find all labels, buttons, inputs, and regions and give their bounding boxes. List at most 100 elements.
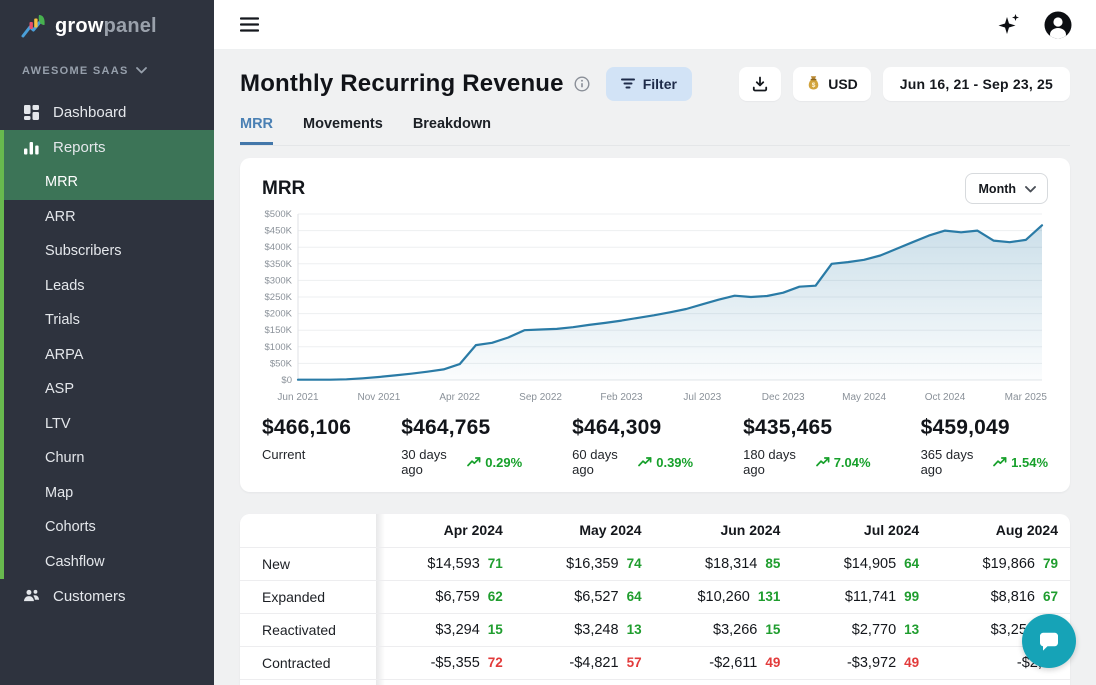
download-button[interactable] [739,67,781,101]
movement-value-cell: -$5,35572 [376,646,515,679]
customers-icon [23,588,40,605]
svg-text:$100K: $100K [265,342,293,353]
sidebar-nav: Dashboard Reports MRRARRSubscribersLeadsTr… [0,95,214,614]
sidebar-subitem-arr[interactable]: ARR [4,200,214,235]
mrr-stats: $466,106 Current $464,765 30 days ago 0.… [262,416,1048,477]
svg-text:$0: $0 [281,375,292,386]
report-tabs: MRR Movements Breakdown [240,116,1070,146]
mrr-chart-card: MRR Month $0$50K$100K$150K$200K$250K$300… [240,158,1070,492]
movement-value-cell: $3,29415 [376,613,515,646]
movement-value-cell: -$13,38657 [515,679,654,685]
sidebar-subitem-leads[interactable]: Leads [4,269,214,304]
row-label: Expanded [240,580,376,613]
svg-text:$150K: $150K [265,325,293,336]
trend-up-icon [638,457,652,467]
movement-value-cell: -$17,70772 [654,679,793,685]
movement-value-cell: -$13,29156 [792,679,931,685]
movement-count: 74 [627,556,642,571]
column-header: Aug 2024 [931,514,1070,547]
svg-text:$250K: $250K [265,292,293,303]
movement-value-cell: $18,31485 [654,547,793,580]
sidebar-subitem-asp[interactable]: ASP [4,372,214,407]
topbar [214,0,1096,50]
row-label: Contracted [240,646,376,679]
sidebar-subitem-map[interactable]: Map [4,476,214,511]
movement-count: 62 [488,589,503,604]
workspace-name: AWESOME SAAS [22,65,129,77]
sidebar-subitem-subscribers[interactable]: Subscribers [4,234,214,269]
svg-text:$300K: $300K [265,275,293,286]
stat-60-days: $464,309 60 days ago 0.39% [572,416,693,477]
table-header-row: Apr 2024May 2024Jun 2024Jul 2024Aug 2024 [240,514,1070,547]
hamburger-menu-icon[interactable] [240,17,259,32]
sidebar-item-label: Reports [53,139,106,156]
svg-text:$450K: $450K [265,226,293,237]
dashboard-icon [23,104,40,121]
sidebar-subitem-ltv[interactable]: LTV [4,407,214,442]
table-row: Churned-$11,75650-$13,38657-$17,70772-$1… [240,679,1070,685]
sidebar-subitem-cohorts[interactable]: Cohorts [4,510,214,545]
chart-title: MRR [262,178,305,200]
svg-text:Mar 2025: Mar 2025 [1005,392,1048,403]
movement-value-cell: $10,260131 [654,580,793,613]
table-row: Reactivated$3,29415$3,24813$3,26615$2,77… [240,613,1070,646]
sidebar-subitem-churn[interactable]: Churn [4,441,214,476]
tab-mrr[interactable]: MRR [240,116,273,145]
workspace-selector[interactable]: AWESOME SAAS [0,51,214,87]
date-range-button[interactable]: Jun 16, 21 - Sep 23, 25 [883,67,1070,101]
movement-count: 72 [488,655,503,670]
currency-button[interactable]: $ USD [793,67,871,101]
chat-widget-button[interactable] [1022,614,1076,668]
movement-value-cell: -$11,33743 [931,679,1070,685]
user-avatar[interactable] [1044,11,1072,39]
sidebar-item-customers[interactable]: Customers [0,579,214,614]
svg-text:Jul 2023: Jul 2023 [683,392,721,403]
period-select[interactable]: Month [965,173,1048,204]
movement-count: 15 [488,622,503,637]
sidebar-group-reports: Reports MRRARRSubscribersLeadsTrialsARPAA… [0,130,214,579]
movement-count: 64 [904,556,919,571]
trend-up-icon [467,457,481,467]
movements-table-card: Apr 2024May 2024Jun 2024Jul 2024Aug 2024… [240,514,1070,685]
tab-breakdown[interactable]: Breakdown [413,116,491,145]
movement-value-cell: -$3,97249 [792,646,931,679]
movement-value-cell: $6,75962 [376,580,515,613]
row-label: Reactivated [240,613,376,646]
ai-sparkle-icon[interactable] [996,12,1022,38]
movement-count: 67 [1043,589,1058,604]
sidebar-item-reports[interactable]: Reports [4,130,214,165]
column-header: May 2024 [515,514,654,547]
svg-text:Feb 2023: Feb 2023 [600,392,643,403]
movement-value-cell: $6,52764 [515,580,654,613]
stat-30-days: $464,765 30 days ago 0.29% [401,416,522,477]
sidebar-subitem-arpa[interactable]: ARPA [4,338,214,373]
column-header: Jun 2024 [654,514,793,547]
tab-movements[interactable]: Movements [303,116,383,145]
sidebar-subitem-trials[interactable]: Trials [4,303,214,338]
app-logo[interactable]: growpanel [0,0,214,51]
sidebar-item-dashboard[interactable]: Dashboard [0,95,214,130]
sidebar-subitem-cashflow[interactable]: Cashflow [4,545,214,580]
reports-icon [23,139,40,156]
svg-text:Jun 2021: Jun 2021 [277,392,319,403]
table-body: New$14,59371$16,35974$18,31485$14,90564$… [240,547,1070,685]
svg-text:Sep 2022: Sep 2022 [519,392,562,403]
chat-bubble-icon [1036,629,1062,654]
movement-value-cell: $2,77013 [792,613,931,646]
mrr-area-chart: $0$50K$100K$150K$200K$250K$300K$350K$400… [262,208,1048,406]
content-area: Monthly Recurring Revenue Filter [214,50,1096,685]
svg-text:$500K: $500K [265,209,293,220]
date-range-value: Jun 16, 21 - Sep 23, 25 [900,76,1053,92]
money-bag-icon: $ [806,75,821,94]
movement-count: 49 [904,655,919,670]
svg-text:May 2024: May 2024 [842,392,886,403]
movement-value-cell: $14,59371 [376,547,515,580]
svg-text:Oct 2024: Oct 2024 [925,392,966,403]
main-area: Monthly Recurring Revenue Filter [214,0,1096,685]
svg-text:$350K: $350K [265,259,293,270]
info-icon[interactable] [574,76,590,92]
movement-count: 79 [1043,556,1058,571]
sidebar-subitem-mrr[interactable]: MRR [4,165,214,200]
filter-button[interactable]: Filter [606,67,692,101]
currency-label: USD [828,76,858,92]
